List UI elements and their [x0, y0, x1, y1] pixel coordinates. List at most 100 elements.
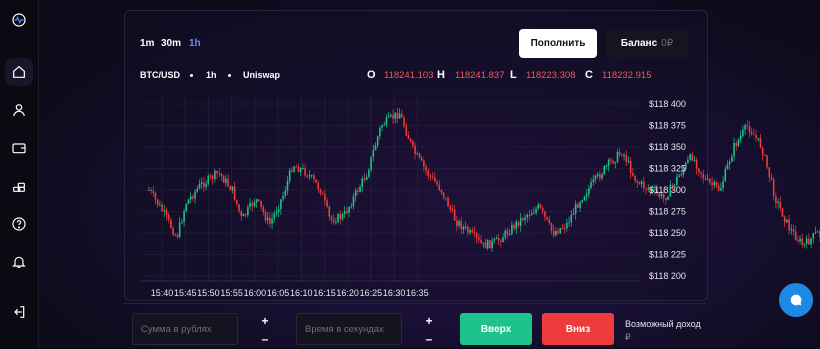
candle [233, 181, 236, 202]
candle [535, 205, 537, 216]
time-minus-button[interactable]: – [412, 331, 446, 347]
candle [363, 172, 366, 183]
time-placeholder: Время в секундах [305, 323, 384, 335]
candle [638, 180, 641, 185]
candle [506, 227, 509, 239]
candle [343, 205, 346, 218]
candle [522, 216, 524, 223]
candle [581, 199, 584, 204]
candle [328, 205, 331, 222]
candle [242, 213, 245, 217]
candle [678, 173, 680, 178]
candle [737, 138, 740, 148]
amount-minus-button[interactable]: – [248, 331, 282, 347]
time-plus-button[interactable]: + [412, 313, 446, 329]
candle [735, 140, 738, 151]
amount-plus-button[interactable]: + [248, 313, 282, 329]
candle [291, 166, 293, 173]
candle [192, 194, 194, 202]
candle [288, 168, 291, 184]
candle [167, 212, 170, 223]
candle [577, 202, 579, 209]
candle [530, 209, 533, 216]
candle [196, 185, 199, 194]
candle [801, 233, 804, 248]
time-input[interactable]: Время в секундах [296, 313, 402, 345]
candle [790, 224, 793, 235]
amount-input[interactable]: Сумма в рублях [132, 313, 238, 345]
y-tick-label: $118 375 [649, 121, 686, 131]
candle [458, 219, 460, 229]
candle [447, 195, 449, 207]
candle [271, 212, 273, 230]
y-tick-label: $118 400 [649, 99, 686, 109]
x-tick-label: 16:15 [313, 288, 336, 298]
chat-button[interactable] [779, 283, 813, 317]
x-tick-label: 16:25 [360, 288, 383, 298]
candle [159, 200, 161, 206]
x-tick-label: 16:10 [290, 288, 313, 298]
candle [603, 165, 606, 176]
candle [583, 195, 586, 202]
candle [533, 206, 535, 214]
candle [706, 173, 709, 181]
candle [557, 227, 559, 235]
candle [425, 163, 427, 176]
candle [295, 164, 298, 168]
x-tick-label: 16:00 [244, 288, 267, 298]
candle [616, 149, 619, 163]
candle [691, 151, 694, 162]
possible-income: Возможный доход ₽ [625, 318, 701, 344]
candle [759, 134, 762, 149]
down-button[interactable]: Вниз [542, 313, 614, 345]
candle [436, 179, 438, 187]
candle [629, 157, 632, 179]
candle [775, 192, 777, 209]
candle [733, 137, 735, 162]
candle [374, 141, 377, 151]
candle [352, 193, 355, 210]
candle [229, 185, 232, 191]
candle [495, 235, 498, 240]
candles [148, 107, 820, 252]
candle [746, 120, 749, 130]
candle [284, 186, 287, 199]
candle [392, 109, 394, 124]
candle [357, 187, 359, 196]
candle [185, 203, 188, 213]
candle [178, 217, 181, 239]
candle [594, 174, 597, 184]
candle [742, 125, 744, 138]
candle [667, 195, 669, 201]
candle [513, 222, 515, 231]
candle [350, 202, 353, 209]
candle [618, 148, 621, 158]
candle [464, 222, 467, 231]
candle [541, 206, 544, 215]
candle [739, 130, 742, 144]
x-tick-label: 15:40 [151, 288, 174, 298]
candle [816, 230, 819, 233]
candle [319, 188, 322, 196]
candle [482, 242, 485, 248]
candle [442, 191, 445, 200]
price-chart[interactable]: $118 400 $118 375 $118 350 $118 325 $118 300… [0, 0, 820, 348]
candle [456, 215, 458, 232]
candle [429, 173, 432, 181]
candle [497, 233, 500, 245]
candle [486, 239, 489, 251]
y-tick-label: $118 325 [649, 164, 686, 174]
candle [590, 177, 592, 190]
candle [552, 225, 555, 238]
candle [258, 198, 260, 202]
candle [420, 155, 423, 162]
candle [317, 180, 320, 193]
candle [313, 172, 315, 183]
candle [293, 165, 295, 173]
candle [220, 172, 223, 181]
up-button[interactable]: Вверх [460, 313, 532, 345]
candle [702, 169, 705, 184]
candle [438, 180, 441, 192]
candle [753, 128, 755, 136]
x-tick-label: 15:55 [220, 288, 243, 298]
